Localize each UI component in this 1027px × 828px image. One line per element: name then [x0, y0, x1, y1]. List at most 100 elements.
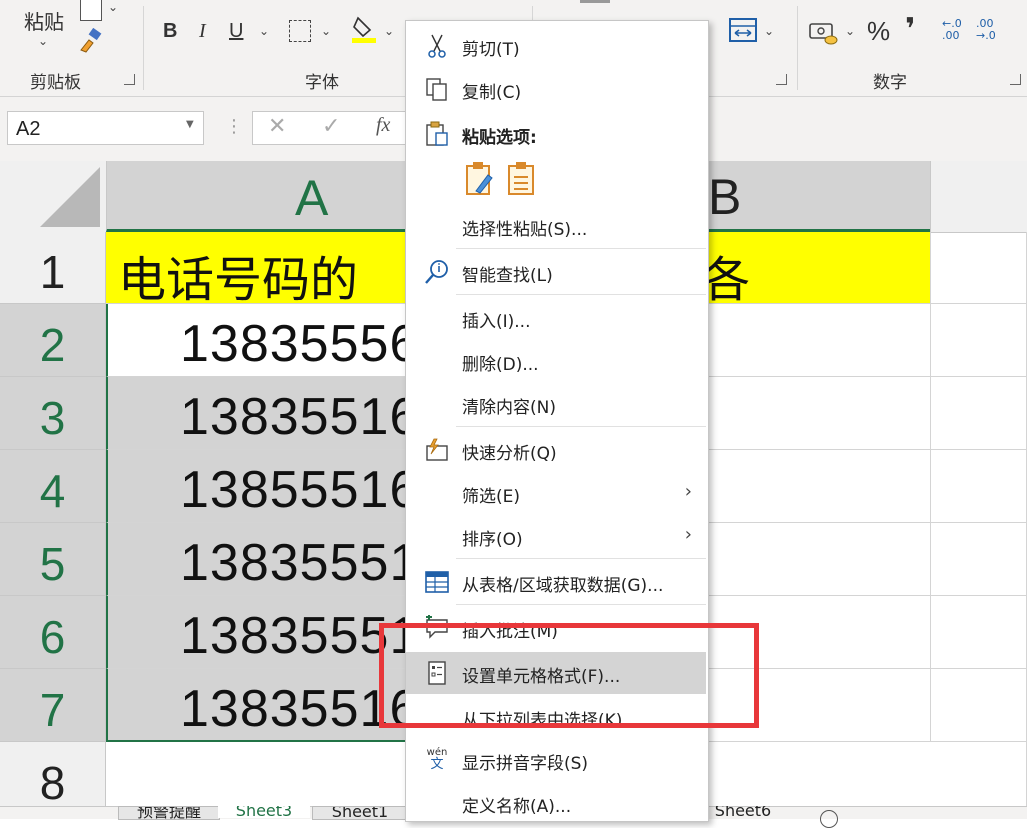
- percent-style-button[interactable]: %: [867, 16, 890, 47]
- smart-lookup-icon: [425, 260, 448, 284]
- cell-c4[interactable]: [931, 450, 1027, 523]
- borders-icon[interactable]: [289, 20, 311, 42]
- cancel-edit-button[interactable]: ✕: [268, 114, 286, 139]
- merge-dropdown-caret[interactable]: ⌄: [764, 24, 774, 38]
- copy-icon: [426, 78, 447, 101]
- menu-item-delete-label: 删除(D)...: [462, 355, 539, 375]
- underline-button[interactable]: U: [229, 20, 243, 43]
- quick-analysis-icon: [426, 438, 448, 461]
- number-dialog-launcher[interactable]: [1010, 74, 1021, 85]
- alignment-dialog-launcher[interactable]: [776, 74, 787, 85]
- paste-icon: [426, 121, 448, 146]
- cell-c5[interactable]: [931, 523, 1027, 596]
- menu-item-cut-label: 剪切(T): [462, 40, 520, 60]
- cell-b5[interactable]: [708, 523, 931, 596]
- menu-item-sort-label: 排序(O): [462, 530, 523, 550]
- table-icon: [425, 571, 449, 593]
- menu-item-copy[interactable]: 复制(C): [406, 68, 706, 110]
- cell-c7[interactable]: [931, 669, 1027, 742]
- cell-c1[interactable]: [931, 232, 1027, 304]
- row-header-3[interactable]: 3: [0, 377, 106, 450]
- cell-a1-text-left: 电话号码的: [118, 252, 359, 308]
- menu-item-copy-label: 复制(C): [462, 83, 522, 103]
- menu-separator: [456, 248, 706, 249]
- comma-style-button[interactable]: ❜: [905, 12, 915, 47]
- row-header-4[interactable]: 4: [0, 450, 106, 523]
- bold-button[interactable]: B: [163, 20, 177, 43]
- alignment-partial-icon: [580, 0, 610, 3]
- formula-bar-grip[interactable]: ⋮: [225, 116, 243, 137]
- increase-decimal-button[interactable]: ←.0 .00: [942, 18, 972, 42]
- clipboard-dialog-launcher[interactable]: [124, 74, 135, 85]
- borders-dropdown-caret[interactable]: ⌄: [321, 24, 331, 38]
- row-header-1[interactable]: 1: [0, 232, 106, 304]
- paste-values-icon[interactable]: [506, 161, 538, 197]
- cell-c3[interactable]: [931, 377, 1027, 450]
- cell-a5-value: 13835551: [180, 534, 420, 592]
- paste-dropdown-caret[interactable]: ⌄: [38, 34, 48, 48]
- select-all-button[interactable]: [0, 161, 106, 232]
- menu-item-cut[interactable]: 剪切(T): [406, 25, 706, 67]
- cell-b4[interactable]: [708, 450, 931, 523]
- menu-item-sort[interactable]: 排序(O) ›: [406, 515, 706, 557]
- menu-item-get-data[interactable]: 从表格/区域获取数据(G)...: [406, 561, 706, 603]
- merge-center-icon[interactable]: [729, 18, 757, 42]
- accounting-dropdown-caret[interactable]: ⌄: [845, 24, 855, 38]
- cell-a1-text-right: 各: [702, 252, 751, 308]
- menu-item-paste-special-label: 选择性粘贴(S)...: [462, 220, 588, 240]
- column-header-c[interactable]: [930, 161, 1027, 232]
- copy-icon[interactable]: [80, 0, 102, 21]
- menu-item-clear-contents[interactable]: 清除内容(N): [406, 383, 706, 425]
- insert-function-button[interactable]: fx: [376, 114, 390, 137]
- cell-b2[interactable]: [708, 304, 931, 377]
- row-header-6[interactable]: 6: [0, 596, 106, 669]
- menu-item-filter[interactable]: 筛选(E) ›: [406, 472, 706, 514]
- phonetic-icon: wén 文: [426, 747, 448, 772]
- row-header-8[interactable]: 8: [0, 742, 106, 809]
- column-label-b: B: [708, 169, 742, 225]
- add-sheet-button[interactable]: [820, 810, 838, 828]
- sheet-tab-sheet6[interactable]: Sheet6: [707, 806, 779, 818]
- fill-color-dropdown-caret[interactable]: ⌄: [384, 24, 394, 38]
- underline-dropdown-caret[interactable]: ⌄: [259, 24, 269, 38]
- menu-item-filter-label: 筛选(E): [462, 487, 521, 507]
- accounting-format-icon[interactable]: [809, 20, 839, 46]
- row-header-5[interactable]: 5: [0, 523, 106, 596]
- cell-a2-value: 13835556: [180, 315, 420, 373]
- column-label-a: A: [295, 170, 329, 226]
- menu-separator: [456, 294, 706, 295]
- menu-item-define-name-label: 定义名称(A)...: [462, 797, 572, 817]
- row-header-7[interactable]: 7: [0, 669, 106, 742]
- cell-a4-value: 13855516: [180, 461, 420, 519]
- fill-color-icon[interactable]: [350, 14, 380, 44]
- copy-dropdown-caret[interactable]: ⌄: [108, 0, 118, 14]
- menu-item-define-name[interactable]: 定义名称(A)...: [406, 782, 706, 821]
- cell-a3-value: 13835516: [180, 388, 420, 446]
- italic-button[interactable]: I: [199, 20, 206, 43]
- chevron-right-icon: ›: [684, 481, 692, 502]
- group-divider: [143, 6, 144, 90]
- paste-formatting-icon[interactable]: [464, 161, 496, 197]
- menu-item-paste-special[interactable]: 选择性粘贴(S)...: [406, 205, 706, 247]
- name-box[interactable]: A2: [7, 111, 204, 145]
- row-header-2[interactable]: 2: [0, 304, 106, 377]
- format-painter-icon[interactable]: [78, 28, 104, 54]
- decrease-decimal-button[interactable]: .00 →.0: [976, 18, 1006, 42]
- chevron-right-icon: ›: [684, 524, 692, 545]
- cell-c6[interactable]: [931, 596, 1027, 669]
- menu-item-quick-analysis-label: 快速分析(Q): [462, 444, 557, 464]
- clipboard-group-label: 剪贴板: [30, 73, 81, 93]
- menu-item-smart-lookup[interactable]: 智能查找(L): [406, 251, 706, 293]
- menu-item-clear-contents-label: 清除内容(N): [462, 398, 556, 418]
- menu-item-show-phonetic[interactable]: wén 文 显示拼音字段(S): [406, 739, 706, 781]
- name-box-dropdown-caret[interactable]: ▼: [186, 119, 194, 130]
- cell-b3[interactable]: [708, 377, 931, 450]
- cell-c2[interactable]: [931, 304, 1027, 377]
- menu-item-insert[interactable]: 插入(I)...: [406, 297, 706, 339]
- menu-item-quick-analysis[interactable]: 快速分析(Q): [406, 429, 706, 471]
- enter-edit-button[interactable]: ✓: [322, 114, 340, 139]
- menu-item-get-data-label: 从表格/区域获取数据(G)...: [462, 576, 664, 596]
- paste-button[interactable]: 粘贴: [24, 6, 64, 35]
- sheet-tab-sheet3[interactable]: Sheet3: [218, 806, 310, 818]
- menu-item-delete[interactable]: 删除(D)...: [406, 340, 706, 382]
